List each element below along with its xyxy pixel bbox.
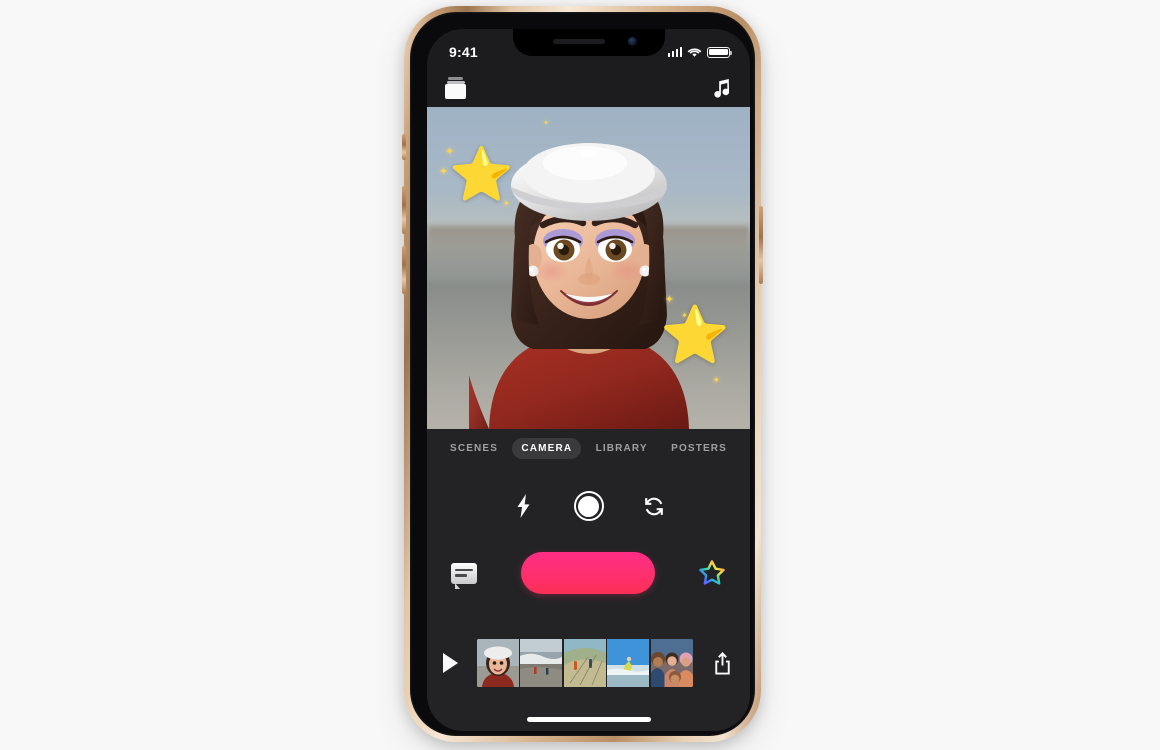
record-button[interactable] — [520, 552, 655, 594]
status-bar-time: 9:41 — [449, 44, 478, 60]
clips-filmstrip — [427, 633, 750, 693]
iphone-device-frame: 9:41 ⭐ ⭐ ✦ ✦ ✦ ✦ ✦ ✦ ✦ SCENES CAMERA LIB… — [402, 6, 763, 742]
clip-thumbnail-beach-waves[interactable] — [520, 639, 562, 687]
screenshot-stage: 9:41 ⭐ ⭐ ✦ ✦ ✦ ✦ ✦ ✦ ✦ SCENES CAMERA LIB… — [0, 0, 1160, 750]
earpiece-speaker-icon — [552, 39, 605, 44]
camera-control-panel — [427, 467, 750, 731]
sparkle-dot: ✦ — [445, 146, 455, 158]
tab-posters[interactable]: POSTERS — [662, 438, 736, 459]
tab-library[interactable]: LIBRARY — [587, 438, 657, 459]
home-indicator[interactable] — [526, 717, 651, 722]
front-camera-icon — [627, 37, 637, 46]
clip-thumbnail-group-selfie[interactable] — [650, 639, 693, 687]
camera-controls-row — [427, 491, 750, 521]
clip-thumbnails — [476, 639, 693, 687]
wifi-icon — [687, 47, 702, 57]
music-note-icon[interactable] — [710, 77, 732, 99]
sparkle-dot: ✦ — [712, 375, 720, 385]
status-bar-indicators — [667, 46, 733, 58]
cellular-bars-icon — [667, 47, 682, 57]
side-power-button[interactable] — [759, 206, 763, 284]
sparkle-dot: ✦ — [664, 294, 674, 306]
camera-flip-icon[interactable] — [642, 493, 666, 519]
shutter-circle-icon[interactable] — [573, 491, 604, 521]
clip-thumbnail-sand-dune[interactable] — [563, 639, 606, 687]
star-sticker-right: ⭐ — [660, 303, 730, 366]
flash-bolt-icon[interactable] — [512, 493, 536, 519]
sparkle-dot: ✦ — [543, 120, 549, 127]
camera-viewfinder[interactable]: ⭐ ⭐ ✦ ✦ ✦ ✦ ✦ ✦ ✦ — [427, 107, 750, 429]
tab-camera[interactable]: CAMERA — [512, 437, 582, 459]
device-bezel: 9:41 ⭐ ⭐ ✦ ✦ ✦ ✦ ✦ ✦ ✦ SCENES CAMERA LIB… — [410, 12, 755, 736]
star-sticker-left: ⭐ — [449, 146, 514, 204]
battery-full-icon — [707, 46, 733, 58]
sparkle-dot: ✦ — [439, 166, 449, 178]
sparkle-dot: ✦ — [681, 311, 688, 320]
clip-thumbnail-beach-jump[interactable] — [607, 639, 649, 687]
play-triangle-icon[interactable] — [443, 653, 458, 673]
mode-tab-bar: SCENES CAMERA LIBRARY POSTERS — [427, 429, 750, 467]
device-screen: 9:41 ⭐ ⭐ ✦ ✦ ✦ ✦ ✦ ✦ ✦ SCENES CAMERA LIB… — [427, 29, 750, 731]
mute-switch-button[interactable] — [402, 134, 406, 160]
share-up-arrow-icon[interactable] — [711, 650, 734, 676]
projects-cards-icon[interactable] — [445, 77, 466, 99]
live-titles-bubble-icon[interactable] — [451, 562, 477, 589]
sparkle-dot: ✦ — [503, 199, 510, 208]
volume-down-button[interactable] — [402, 246, 406, 294]
volume-up-button[interactable] — [402, 186, 406, 234]
clip-thumbnail-memoji-selfie[interactable] — [476, 639, 519, 687]
device-notch — [512, 29, 665, 56]
effects-star-icon[interactable] — [698, 559, 726, 587]
app-top-bar — [427, 69, 750, 107]
tab-scenes[interactable]: SCENES — [441, 438, 507, 459]
record-controls-row — [427, 552, 750, 594]
